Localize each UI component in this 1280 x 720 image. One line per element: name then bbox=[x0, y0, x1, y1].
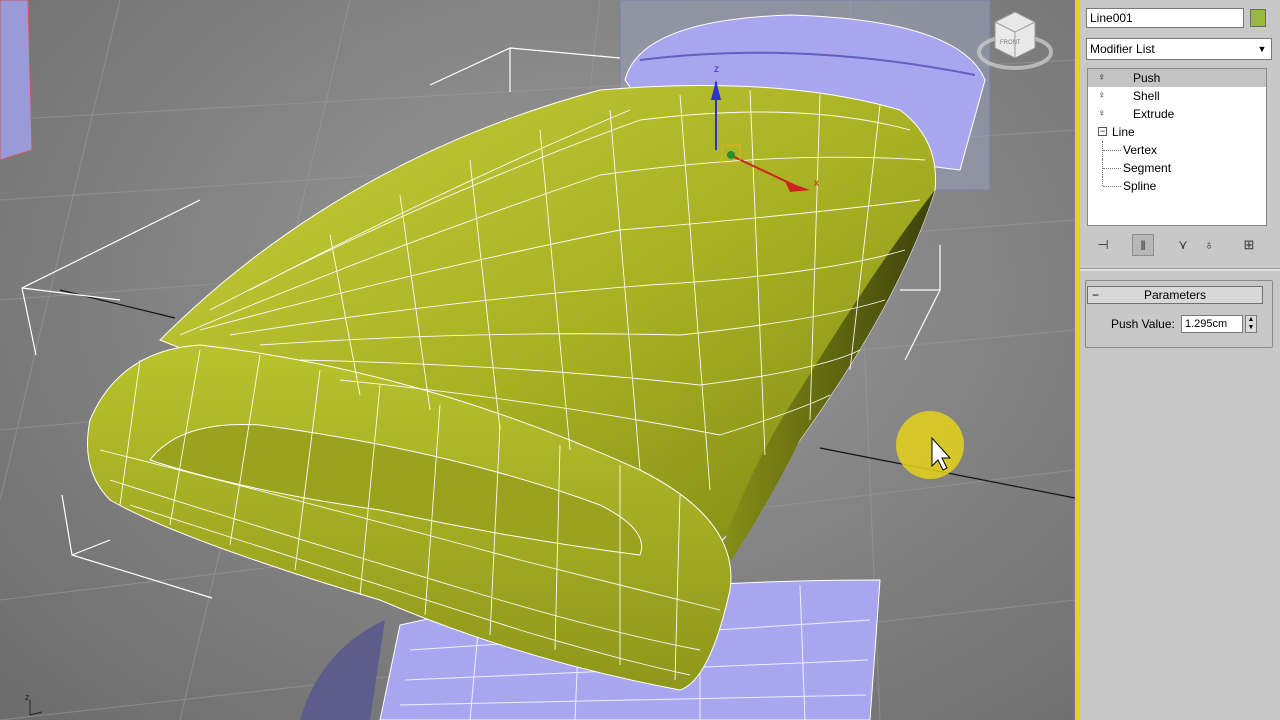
configure-sets-icon[interactable]: ⊞ bbox=[1238, 234, 1260, 256]
panel-separator bbox=[1080, 268, 1280, 271]
stack-item-line[interactable]: − Line bbox=[1088, 123, 1266, 141]
dropdown-arrow-icon: ▼ bbox=[1257, 44, 1267, 54]
pin-stack-icon[interactable]: ⊣ bbox=[1092, 234, 1114, 256]
parameters-title: Parameters bbox=[1143, 288, 1207, 302]
scene-render: z x FRONT z bbox=[0, 0, 1075, 720]
modifier-list-dropdown[interactable]: Modifier List ▼ bbox=[1086, 38, 1272, 60]
viewcube-face-label: FRONT bbox=[1000, 40, 1021, 46]
axis-tripod: z bbox=[25, 692, 43, 716]
collapse-tree-icon[interactable]: − bbox=[1098, 127, 1107, 136]
remove-modifier-icon[interactable]: ♁ bbox=[1198, 234, 1220, 256]
gizmo-z-label: z bbox=[714, 64, 719, 75]
gizmo-x-label: x bbox=[814, 178, 819, 189]
modifier-stack[interactable]: ♀ Push ♀ Shell ♀ Extrude − Line Vertex S… bbox=[1087, 68, 1267, 226]
lightbulb-icon[interactable]: ♀ bbox=[1098, 108, 1108, 120]
lightbulb-icon[interactable]: ♀ bbox=[1098, 72, 1108, 84]
cursor-highlight bbox=[896, 411, 964, 479]
modifier-stack-toolbar: ⊣ ‖ ⋎ ♁ ⊞ bbox=[1086, 232, 1272, 258]
axis-z-label: z bbox=[25, 692, 30, 702]
stack-item-spline[interactable]: Spline bbox=[1088, 177, 1266, 195]
stack-item-vertex[interactable]: Vertex bbox=[1088, 141, 1266, 159]
perspective-viewport[interactable]: z x FRONT z bbox=[0, 0, 1075, 720]
stack-item-push[interactable]: ♀ Push bbox=[1088, 69, 1266, 87]
push-value-spinner[interactable]: ▲ ▼ bbox=[1245, 315, 1257, 333]
command-panel: Line001 Modifier List ▼ ♀ Push ♀ Shell ♀… bbox=[1080, 0, 1280, 720]
show-end-result-icon[interactable]: ‖ bbox=[1132, 234, 1154, 256]
parameters-rollout-header[interactable]: − Parameters bbox=[1087, 286, 1263, 304]
proxy-left-edge bbox=[0, 0, 33, 161]
push-value-label: Push Value: bbox=[1111, 317, 1175, 331]
object-name-field[interactable]: Line001 bbox=[1086, 8, 1244, 28]
modifier-list-label: Modifier List bbox=[1090, 42, 1155, 56]
push-value-input[interactable]: 1.295cm bbox=[1181, 315, 1243, 333]
stack-item-extrude[interactable]: ♀ Extrude bbox=[1088, 105, 1266, 123]
stack-item-segment[interactable]: Segment bbox=[1088, 159, 1266, 177]
stack-item-shell[interactable]: ♀ Shell bbox=[1088, 87, 1266, 105]
lightbulb-icon[interactable]: ♀ bbox=[1098, 90, 1108, 102]
make-unique-icon[interactable]: ⋎ bbox=[1172, 234, 1194, 256]
collapse-icon: − bbox=[1092, 288, 1100, 302]
object-color-swatch[interactable] bbox=[1250, 9, 1266, 27]
